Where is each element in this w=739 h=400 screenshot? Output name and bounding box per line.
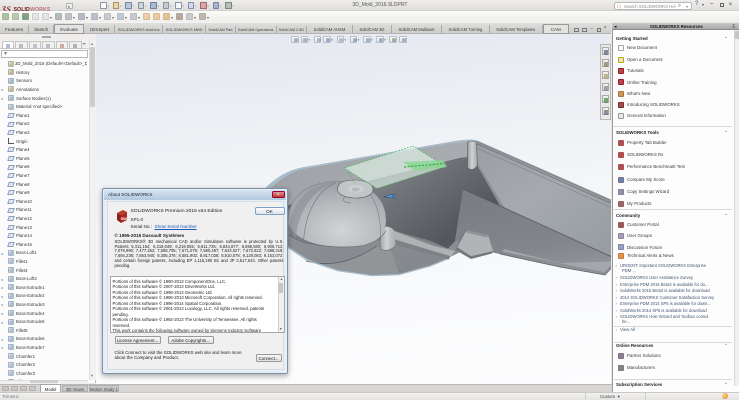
- svg-text:SW: SW: [120, 216, 127, 221]
